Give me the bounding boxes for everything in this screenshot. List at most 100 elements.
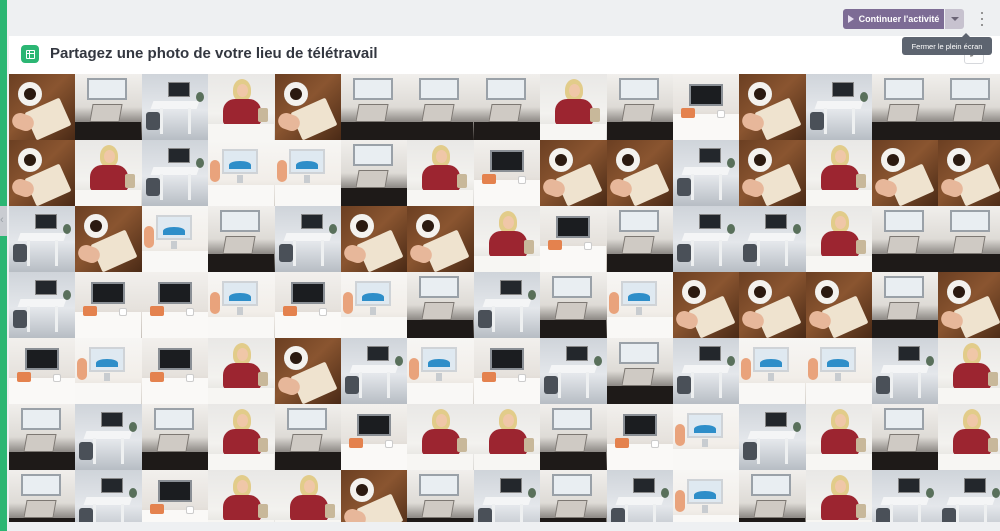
photo-tile-imac[interactable] [208,272,275,338]
photo-tile-white[interactable] [672,338,740,404]
photo-tile-white[interactable] [9,272,76,338]
photo-tile-imac[interactable] [672,470,740,522]
photo-tile-woman[interactable] [938,338,1000,404]
photo-tile-dark[interactable] [274,272,341,338]
photo-tile-white[interactable] [473,470,541,522]
photo-tile-white[interactable] [340,338,408,404]
photo-tile-laptop[interactable] [75,74,142,140]
photo-tile-woman[interactable] [473,206,541,272]
photo-tile-coffee[interactable] [739,74,806,140]
photo-tile-laptop[interactable] [606,206,673,272]
photo-tile-coffee[interactable] [9,140,76,206]
photo-tile-woman[interactable] [208,470,275,522]
photo-tile-imac[interactable] [606,272,673,338]
photo-tile-coffee[interactable] [274,338,341,404]
photo-tile-dark[interactable] [473,140,541,206]
photo-tile-laptop[interactable] [540,272,607,338]
photo-tile-dark[interactable] [9,338,76,404]
photo-tile-white[interactable] [141,140,209,206]
photo-tile-coffee[interactable] [274,74,341,140]
photo-tile-imac[interactable] [340,272,408,338]
photo-tile-woman[interactable] [805,206,873,272]
photo-tile-dark[interactable] [141,470,209,522]
photo-tile-white[interactable] [872,470,939,522]
photo-tile-white[interactable] [739,206,806,272]
photo-tile-woman[interactable] [473,404,541,470]
photo-tile-coffee[interactable] [938,140,1000,206]
photo-tile-imac[interactable] [805,338,873,404]
photo-tile-white[interactable] [872,338,939,404]
scroll-left-chevron-icon[interactable]: ‹ [0,212,8,228]
photo-tile-laptop[interactable] [407,470,474,522]
photo-tile-laptop[interactable] [872,74,939,140]
photo-tile-dark[interactable] [340,404,408,470]
photo-tile-white[interactable] [938,470,1000,522]
photo-tile-woman[interactable] [274,470,341,522]
photo-tile-white[interactable] [672,206,740,272]
photo-tile-coffee[interactable] [540,140,607,206]
photo-tile-laptop[interactable] [208,206,275,272]
photo-tile-woman[interactable] [805,470,873,522]
photo-tile-white[interactable] [75,404,142,470]
photo-tile-coffee[interactable] [739,272,806,338]
photo-tile-dark[interactable] [540,206,607,272]
photo-tile-laptop[interactable] [540,404,607,470]
photo-tile-imac[interactable] [274,140,341,206]
photo-tile-laptop[interactable] [340,74,408,140]
photo-tile-laptop[interactable] [872,272,939,338]
photo-tile-woman[interactable] [208,404,275,470]
photo-tile-imac[interactable] [141,206,209,272]
photo-tile-white[interactable] [274,206,341,272]
photo-tile-woman[interactable] [540,74,607,140]
photo-tile-laptop[interactable] [340,140,408,206]
photo-tile-laptop[interactable] [540,470,607,522]
photo-tile-white[interactable] [75,470,142,522]
photo-tile-white[interactable] [805,74,873,140]
photo-tile-coffee[interactable] [672,272,740,338]
photo-tile-laptop[interactable] [872,404,939,470]
photo-tile-imac[interactable] [672,404,740,470]
photo-tile-white[interactable] [9,206,76,272]
photo-tile-white[interactable] [540,338,607,404]
photo-tile-coffee[interactable] [805,272,873,338]
photo-tile-laptop[interactable] [606,74,673,140]
photo-tile-dark[interactable] [75,272,142,338]
photo-tile-dark[interactable] [141,272,209,338]
photo-tile-coffee[interactable] [340,206,408,272]
photo-tile-woman[interactable] [805,140,873,206]
photo-tile-coffee[interactable] [938,272,1000,338]
photo-tile-laptop[interactable] [274,404,341,470]
photo-tile-laptop[interactable] [938,206,1000,272]
photo-tile-laptop[interactable] [606,338,673,404]
continue-activity-button[interactable]: Continuer l'activité [843,9,944,29]
photo-tile-dark[interactable] [141,338,209,404]
photo-tile-white[interactable] [739,404,806,470]
photo-tile-coffee[interactable] [340,470,408,522]
photo-tile-dark[interactable] [606,404,673,470]
photo-tile-laptop[interactable] [407,272,474,338]
photo-tile-laptop[interactable] [938,74,1000,140]
photo-tile-coffee[interactable] [606,140,673,206]
photo-tile-laptop[interactable] [473,74,541,140]
photo-tile-coffee[interactable] [872,140,939,206]
photo-tile-woman[interactable] [208,338,275,404]
photo-tile-coffee[interactable] [75,206,142,272]
photo-tile-woman[interactable] [407,404,474,470]
photo-tile-laptop[interactable] [407,74,474,140]
photo-tile-laptop[interactable] [872,206,939,272]
photo-tile-coffee[interactable] [9,74,76,140]
photo-tile-white[interactable] [672,140,740,206]
photo-tile-dark[interactable] [672,74,740,140]
photo-tile-imac[interactable] [208,140,275,206]
photo-tile-laptop[interactable] [141,404,209,470]
continue-options-dropdown-button[interactable] [945,9,964,29]
photo-tile-laptop[interactable] [9,470,76,522]
photo-tile-white[interactable] [473,272,541,338]
photo-tile-laptop[interactable] [739,470,806,522]
photo-tile-coffee[interactable] [407,206,474,272]
photo-tile-imac[interactable] [75,338,142,404]
photo-tile-woman[interactable] [208,74,275,140]
photo-tile-woman[interactable] [938,404,1000,470]
photo-tile-white[interactable] [141,74,209,140]
photo-tile-woman[interactable] [75,140,142,206]
